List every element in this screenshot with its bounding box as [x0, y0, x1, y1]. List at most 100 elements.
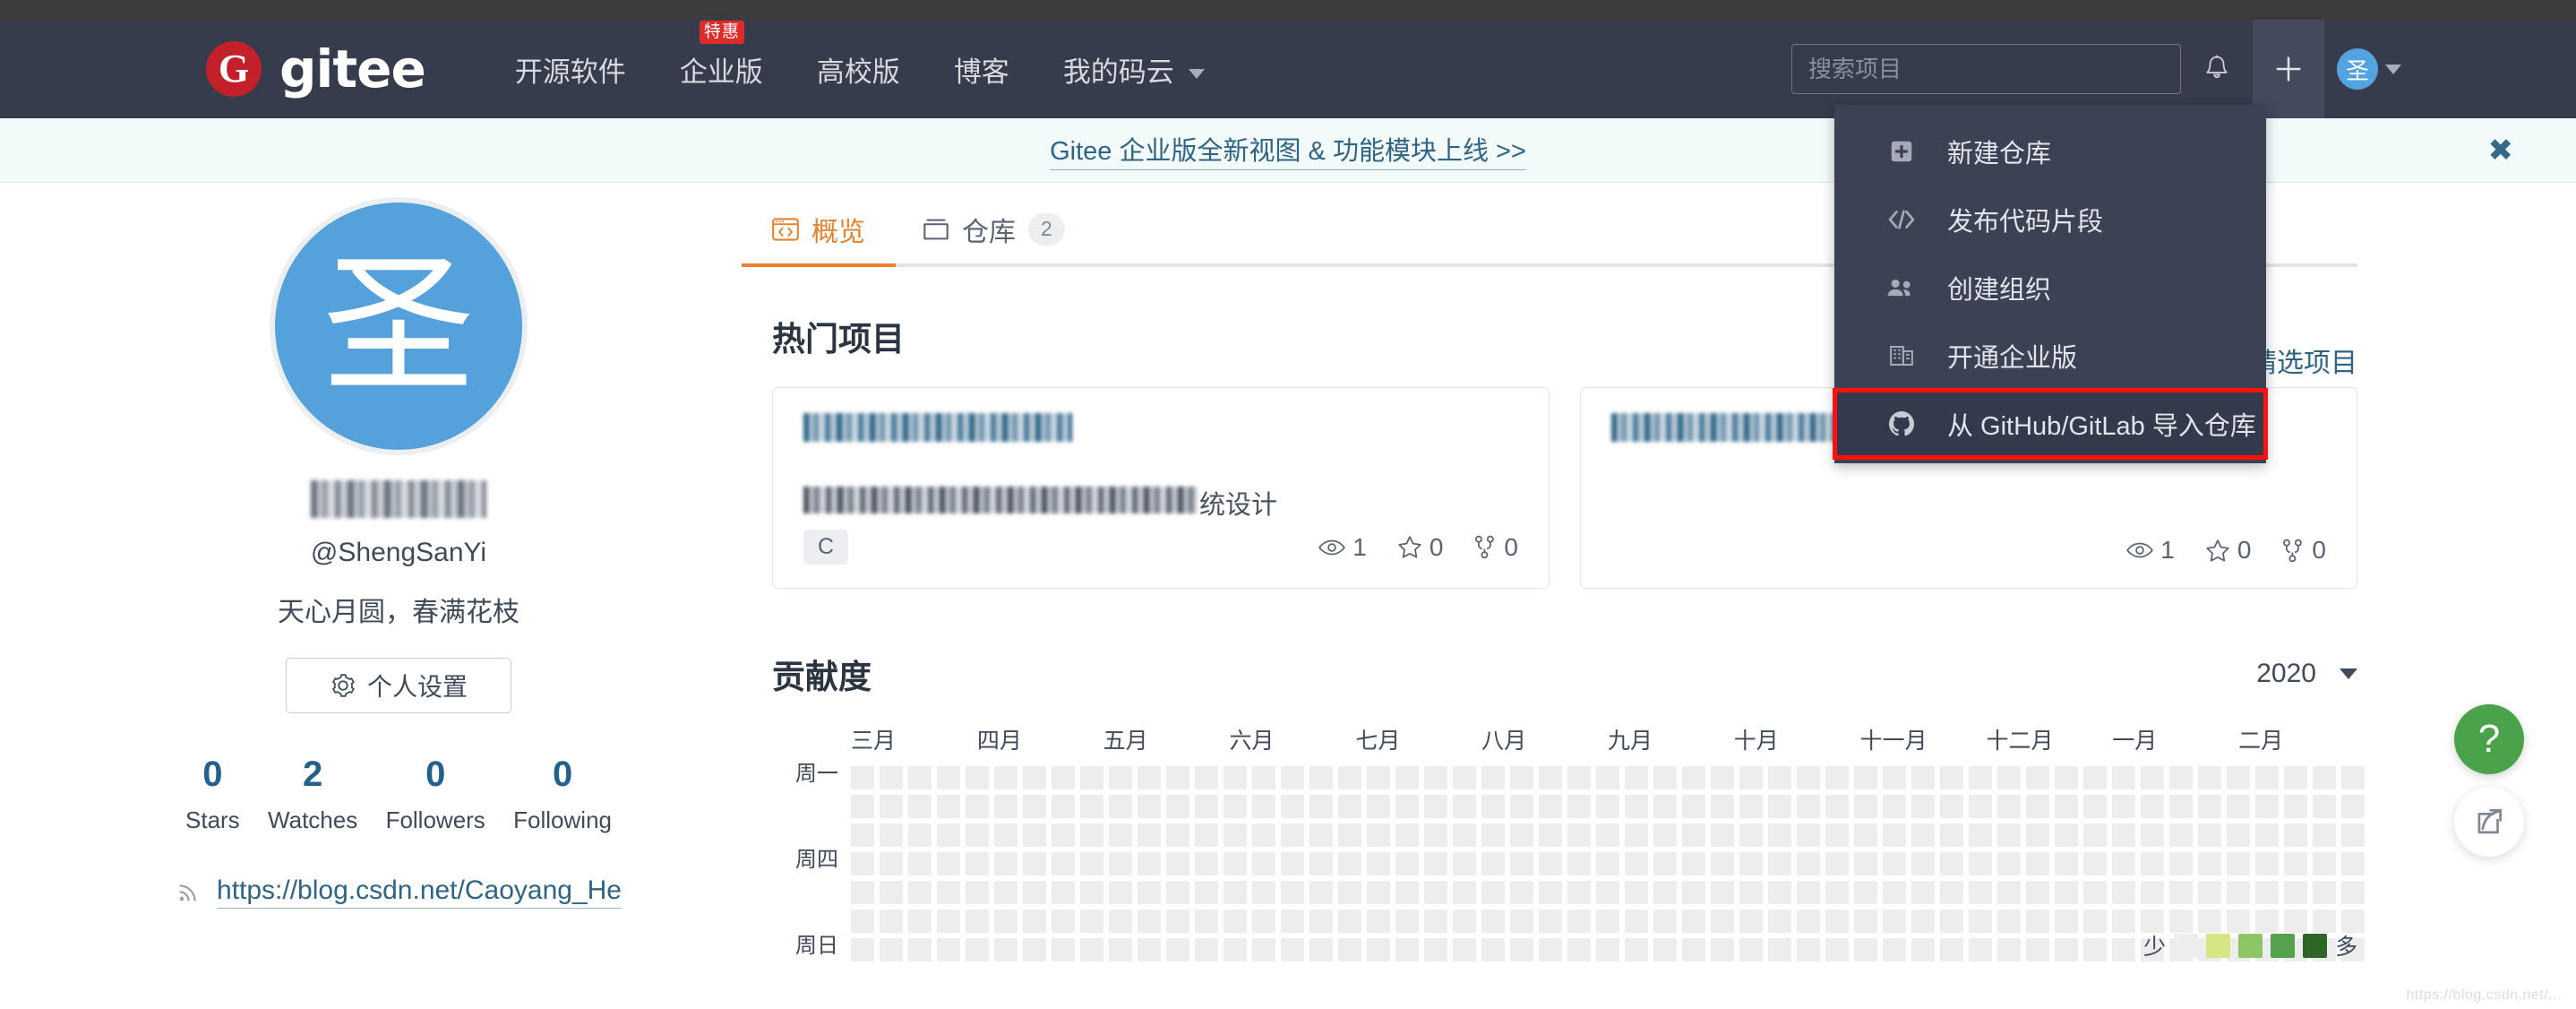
contribution-cell[interactable]: [880, 795, 903, 818]
contribution-cell[interactable]: [1510, 795, 1533, 818]
contribution-cell[interactable]: [1424, 910, 1447, 933]
contribution-cell[interactable]: [2284, 766, 2307, 789]
contribution-cell[interactable]: [1109, 824, 1132, 847]
contribution-cell[interactable]: [1367, 766, 1390, 789]
contribution-cell[interactable]: [2227, 824, 2250, 847]
contribution-cell[interactable]: [1424, 881, 1447, 904]
contribution-cell[interactable]: [1281, 881, 1304, 904]
contribution-cell[interactable]: [2341, 766, 2365, 789]
nav-item-blog[interactable]: 博客: [954, 49, 1009, 90]
contribution-cell[interactable]: [1768, 795, 1791, 818]
contribution-cell[interactable]: [1052, 938, 1075, 962]
contribution-cell[interactable]: [2112, 766, 2135, 789]
contribution-cell[interactable]: [1080, 824, 1103, 847]
contribution-cell[interactable]: [1739, 938, 1763, 962]
contribution-cell[interactable]: [2169, 881, 2193, 904]
contribution-cell[interactable]: [1224, 824, 1247, 847]
contribution-cell[interactable]: [1023, 852, 1046, 875]
contribution-cell[interactable]: [880, 881, 903, 904]
contribution-cell[interactable]: [1997, 766, 2021, 789]
contribution-cell[interactable]: [1797, 824, 1820, 847]
contribution-cell[interactable]: [1854, 824, 1877, 847]
contribution-cell[interactable]: [2055, 824, 2078, 847]
contribution-cell[interactable]: [2083, 910, 2107, 933]
contribution-cell[interactable]: [880, 852, 903, 875]
contribution-cell[interactable]: [2169, 824, 2193, 847]
contribution-cell[interactable]: [1052, 910, 1075, 933]
contribution-cell[interactable]: [2055, 910, 2078, 933]
profile-blog-link[interactable]: https://blog.csdn.net/Caoyang_He: [176, 875, 622, 909]
contribution-cell[interactable]: [966, 881, 989, 904]
contribution-cell[interactable]: [1338, 824, 1361, 847]
contribution-cell[interactable]: [2083, 824, 2107, 847]
contribution-cell[interactable]: [1224, 795, 1247, 818]
contribution-cell[interactable]: [1080, 852, 1103, 875]
contribution-cell[interactable]: [1309, 910, 1333, 933]
contribution-cell[interactable]: [1338, 852, 1361, 875]
contribution-cell[interactable]: [1166, 852, 1189, 875]
contribution-cell[interactable]: [908, 910, 932, 933]
contribution-cell[interactable]: [2169, 766, 2193, 789]
contribution-cell[interactable]: [1997, 938, 2021, 962]
contribution-cell[interactable]: [2313, 824, 2336, 847]
contribution-cell[interactable]: [880, 910, 903, 933]
stat-following[interactable]: 0 Following: [513, 755, 612, 834]
contribution-cell[interactable]: [1338, 910, 1361, 933]
contribution-cell[interactable]: [1395, 938, 1419, 962]
contribution-cell[interactable]: [1625, 852, 1648, 875]
contribution-cell[interactable]: [1195, 766, 1218, 789]
contribution-cell[interactable]: [2141, 881, 2164, 904]
contribution-cell[interactable]: [851, 852, 874, 875]
contribution-cell[interactable]: [1969, 910, 1992, 933]
contribution-cell[interactable]: [1367, 795, 1390, 818]
contribution-cell[interactable]: [1224, 766, 1247, 789]
contribution-cell[interactable]: [1138, 881, 1161, 904]
contribution-cell[interactable]: [1281, 795, 1304, 818]
contribution-cell[interactable]: [2055, 766, 2078, 789]
contribution-cell[interactable]: [2198, 795, 2221, 818]
stat-watches[interactable]: 2 Watches: [268, 755, 357, 834]
contribution-cell[interactable]: [1825, 766, 1849, 789]
contribution-cell[interactable]: [851, 795, 874, 818]
contribution-cell[interactable]: [1682, 766, 1705, 789]
personal-settings-button[interactable]: 个人设置: [286, 658, 511, 713]
contribution-cell[interactable]: [1195, 852, 1218, 875]
nav-item-enterprise[interactable]: 特惠 企业版: [680, 20, 763, 90]
dropdown-item-new-repo[interactable]: 新建仓库: [1834, 117, 2266, 185]
contribution-cell[interactable]: [1424, 938, 1447, 962]
contribution-cell[interactable]: [1653, 795, 1677, 818]
contribution-cell[interactable]: [2026, 766, 2049, 789]
contribution-cell[interactable]: [1138, 910, 1161, 933]
contribution-cell[interactable]: [1109, 766, 1132, 789]
nav-item-my-gitee[interactable]: 我的码云: [1063, 49, 1206, 90]
contribution-cell[interactable]: [1854, 881, 1877, 904]
contribution-cell[interactable]: [1395, 824, 1419, 847]
contribution-cell[interactable]: [2112, 852, 2135, 875]
contribution-cell[interactable]: [1166, 938, 1189, 962]
contribution-cell[interactable]: [994, 766, 1018, 789]
contribution-cell[interactable]: [1768, 881, 1791, 904]
contribution-cell[interactable]: [1682, 910, 1705, 933]
contribution-cell[interactable]: [2284, 881, 2307, 904]
contribution-cell[interactable]: [851, 881, 874, 904]
contribution-cell[interactable]: [2055, 852, 2078, 875]
contribution-cell[interactable]: [1625, 938, 1648, 962]
contribution-cell[interactable]: [2026, 824, 2049, 847]
contribution-cell[interactable]: [1940, 852, 1963, 875]
contribution-cell[interactable]: [1911, 795, 1935, 818]
contribution-cell[interactable]: [2198, 824, 2221, 847]
contribution-cell[interactable]: [2284, 852, 2307, 875]
contribution-cell[interactable]: [1653, 852, 1677, 875]
contribution-cell[interactable]: [1625, 824, 1648, 847]
contribution-cell[interactable]: [1825, 938, 1849, 962]
profile-avatar[interactable]: 圣: [270, 197, 528, 455]
contribution-cell[interactable]: [2169, 852, 2193, 875]
contribution-cell[interactable]: [2112, 881, 2135, 904]
contribution-cell[interactable]: [1567, 881, 1591, 904]
contribution-cell[interactable]: [1567, 938, 1591, 962]
gitee-logo[interactable]: G gitee: [206, 39, 426, 99]
contribution-cell[interactable]: [1997, 910, 2021, 933]
contribution-cell[interactable]: [1625, 881, 1648, 904]
contribution-cell[interactable]: [2341, 852, 2365, 875]
contribution-cell[interactable]: [2112, 795, 2135, 818]
